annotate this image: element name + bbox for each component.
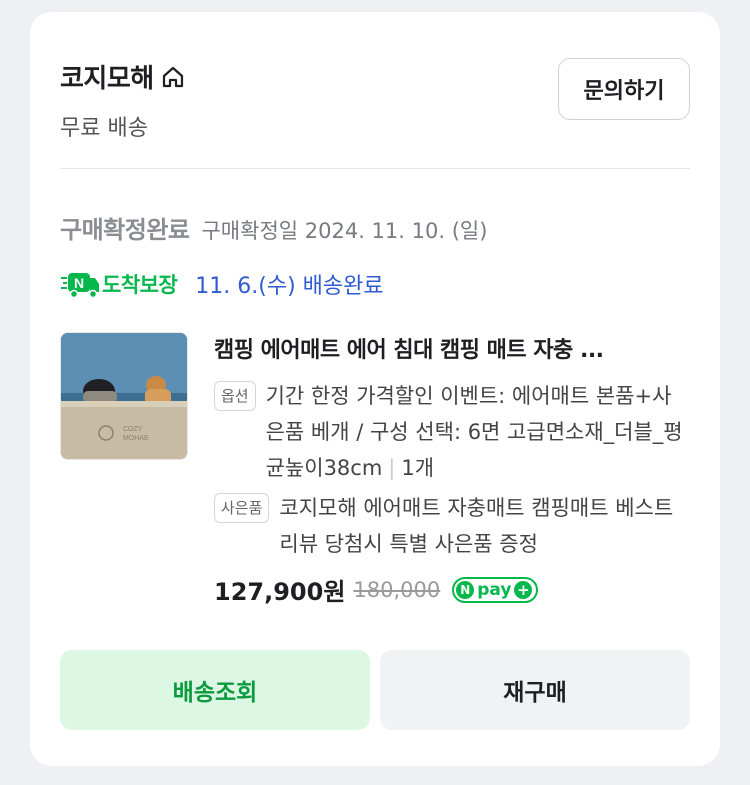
plus-icon: + xyxy=(514,580,533,599)
option-tag: 옵션 xyxy=(214,381,256,411)
npay-label: pay xyxy=(477,579,512,600)
store-header[interactable]: 코지모해 xyxy=(60,58,186,95)
home-icon[interactable] xyxy=(160,64,186,90)
delivery-row: N 도착보장 11. 6.(수) 배송완료 xyxy=(60,268,384,300)
option-block: 옵션 기간 한정 가격할인 이벤트: 에어매트 본품+사은품 베개 / 구성 선… xyxy=(214,378,690,486)
shipping-info: 무료 배송 xyxy=(60,116,148,141)
npay-plus-badge: N pay + xyxy=(452,576,539,603)
original-price: 180,000 xyxy=(353,577,441,602)
quantity-separator: | xyxy=(388,456,396,480)
order-status: 구매확정완료 xyxy=(60,216,190,244)
divider xyxy=(60,168,690,169)
svg-text:N: N xyxy=(74,275,84,291)
store-name[interactable]: 코지모해 xyxy=(60,58,154,95)
price: 127,900원 xyxy=(214,578,346,606)
price-row: 127,900원 180,000 N pay + xyxy=(214,572,690,607)
gift-tag: 사은품 xyxy=(214,493,270,523)
option-text-wrapper: 기간 한정 가격할인 이벤트: 에어매트 본품+사은품 베개 / 구성 선택: … xyxy=(266,378,690,486)
order-card: 코지모해 무료 배송 문의하기 구매확정완료 구매확정일 2024. 11. 1… xyxy=(30,12,720,766)
inquiry-button[interactable]: 문의하기 xyxy=(558,58,690,120)
confirm-date: 구매확정일 2024. 11. 10. (일) xyxy=(201,219,488,243)
track-delivery-button[interactable]: 배송조회 xyxy=(60,650,370,730)
product-image-brand-line2: MOHAE xyxy=(123,435,149,442)
option-text: 기간 한정 가격할인 이벤트: 에어매트 본품+사은품 베개 / 구성 선택: … xyxy=(265,384,683,480)
product-details: 캠핑 에어매트 에어 침대 캠핑 매트 자충 ... 옵션 기간 한정 가격할인… xyxy=(214,332,690,607)
delivery-truck-icon: N xyxy=(60,269,100,299)
delivery-status[interactable]: 11. 6.(수) 배송완료 xyxy=(195,268,383,300)
product-title[interactable]: 캠핑 에어매트 에어 침대 캠핑 매트 자충 ... xyxy=(214,332,690,364)
npay-n-icon: N xyxy=(456,580,475,599)
arrival-guarantee-badge: 도착보장 xyxy=(102,273,178,297)
rebuy-button[interactable]: 재구매 xyxy=(380,650,690,730)
gift-text: 코지모해 에어매트 자충매트 캠핑매트 베스트 리뷰 당첨시 특별 사은품 증정 xyxy=(279,496,674,556)
product-image-brand-line1: COZY xyxy=(123,426,143,433)
quantity: 1개 xyxy=(401,456,435,480)
product-image[interactable]: COZY MOHAE xyxy=(60,332,188,460)
gift-block: 사은품 코지모해 에어매트 자충매트 캠핑매트 베스트 리뷰 당첨시 특별 사은… xyxy=(214,490,690,562)
order-status-row: 구매확정완료 구매확정일 2024. 11. 10. (일) xyxy=(60,210,487,245)
